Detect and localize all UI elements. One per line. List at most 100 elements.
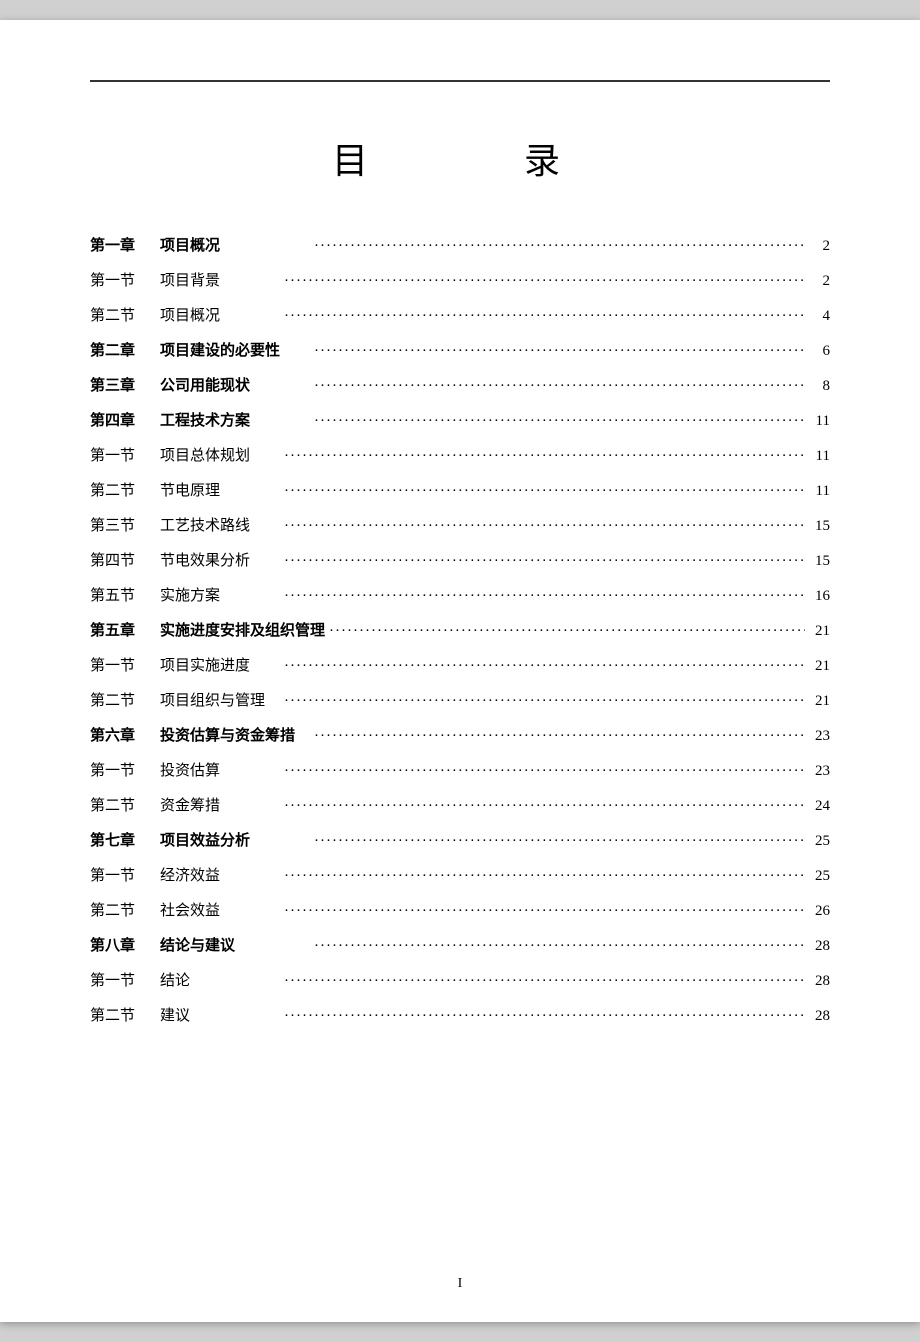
list-item: 第七章项目效益分析·······························…	[90, 829, 830, 850]
toc-page-number: 2	[805, 273, 830, 290]
toc-page-number: 15	[805, 553, 830, 570]
list-item: 第三节工艺技术路线·······························…	[90, 514, 830, 535]
toc-page-number: 23	[805, 728, 830, 745]
toc-dots: ········································…	[280, 903, 805, 920]
toc-page-number: 28	[805, 938, 830, 955]
chapter-number: 第三章	[90, 374, 160, 395]
toc-dots: ········································…	[280, 553, 805, 570]
section-number: 第二节	[90, 899, 160, 920]
list-item: 第一章项目概况·································…	[90, 234, 830, 255]
toc-page-number: 23	[805, 763, 830, 780]
section-number: 第一节	[90, 654, 160, 675]
section-title: 社会效益	[160, 899, 280, 920]
list-item: 第一节项目背景·································…	[90, 269, 830, 290]
section-number: 第二节	[90, 479, 160, 500]
list-item: 第一节结论···································…	[90, 969, 830, 990]
toc-dots: ········································…	[280, 868, 805, 885]
section-title: 建议	[160, 1004, 280, 1025]
chapter-title: 结论与建议	[160, 934, 310, 955]
chapter-number: 第七章	[90, 829, 160, 850]
section-title: 项目总体规划	[160, 444, 280, 465]
list-item: 第八章结论与建议································…	[90, 934, 830, 955]
section-number: 第一节	[90, 269, 160, 290]
section-title: 项目组织与管理	[160, 689, 280, 710]
list-item: 第六章投资估算与资金筹措····························…	[90, 724, 830, 745]
section-title: 工艺技术路线	[160, 514, 280, 535]
toc-page-number: 21	[805, 693, 830, 710]
toc-page-number: 2	[805, 238, 830, 255]
toc-dots: ········································…	[310, 238, 805, 255]
toc-dots: ········································…	[310, 343, 805, 360]
section-number: 第五节	[90, 584, 160, 605]
toc-page-number: 11	[805, 483, 830, 500]
section-number: 第二节	[90, 689, 160, 710]
toc-page-number: 21	[805, 658, 830, 675]
list-item: 第一节项目总体规划·······························…	[90, 444, 830, 465]
toc-dots: ········································…	[280, 693, 805, 710]
toc-page-number: 11	[805, 413, 830, 430]
toc-page-number: 21	[805, 623, 830, 640]
toc-dots: ········································…	[280, 1008, 805, 1025]
toc-dots: ········································…	[280, 518, 805, 535]
toc-page-number: 28	[805, 973, 830, 990]
page-title: 目 录	[90, 132, 830, 184]
list-item: 第二节资金筹措·································…	[90, 794, 830, 815]
toc-dots: ········································…	[325, 623, 805, 640]
toc-page-number: 24	[805, 798, 830, 815]
chapter-number: 第八章	[90, 934, 160, 955]
chapter-title: 工程技术方案	[160, 409, 310, 430]
chapter-number: 第二章	[90, 339, 160, 360]
toc-dots: ········································…	[280, 798, 805, 815]
section-title: 项目背景	[160, 269, 280, 290]
chapter-title: 项目效益分析	[160, 829, 310, 850]
list-item: 第二章项目建设的必要性·····························…	[90, 339, 830, 360]
list-item: 第五章实施进度安排及组织管理··························…	[90, 619, 830, 640]
toc-dots: ········································…	[280, 658, 805, 675]
toc-dots: ········································…	[280, 483, 805, 500]
toc-page-number: 25	[805, 833, 830, 850]
chapter-title: 项目概况	[160, 234, 310, 255]
section-number: 第二节	[90, 304, 160, 325]
list-item: 第三章公司用能现状·······························…	[90, 374, 830, 395]
toc-dots: ········································…	[310, 833, 805, 850]
toc-dots: ········································…	[310, 413, 805, 430]
section-number: 第一节	[90, 444, 160, 465]
toc-page-number: 16	[805, 588, 830, 605]
section-number: 第四节	[90, 549, 160, 570]
section-number: 第一节	[90, 969, 160, 990]
toc-dots: ········································…	[280, 308, 805, 325]
chapter-title: 项目建设的必要性	[160, 339, 310, 360]
section-title: 结论	[160, 969, 280, 990]
chapter-number: 第五章	[90, 619, 160, 640]
section-title: 资金筹措	[160, 794, 280, 815]
chapter-number: 第四章	[90, 409, 160, 430]
list-item: 第二节节电原理·································…	[90, 479, 830, 500]
section-title: 节电效果分析	[160, 549, 280, 570]
chapter-title: 公司用能现状	[160, 374, 310, 395]
list-item: 第一节投资估算·································…	[90, 759, 830, 780]
chapter-number: 第一章	[90, 234, 160, 255]
section-number: 第二节	[90, 794, 160, 815]
list-item: 第二节建议···································…	[90, 1004, 830, 1025]
toc-dots: ········································…	[280, 973, 805, 990]
toc-dots: ········································…	[280, 763, 805, 780]
list-item: 第四章工程技术方案·······························…	[90, 409, 830, 430]
list-item: 第二节社会效益·································…	[90, 899, 830, 920]
toc-page-number: 8	[805, 378, 830, 395]
list-item: 第一节经济效益·································…	[90, 864, 830, 885]
toc-page-number: 6	[805, 343, 830, 360]
section-title: 节电原理	[160, 479, 280, 500]
toc-page-number: 28	[805, 1008, 830, 1025]
table-of-contents: 第一章项目概况·································…	[90, 234, 830, 1025]
list-item: 第四节节电效果分析·······························…	[90, 549, 830, 570]
toc-page-number: 4	[805, 308, 830, 325]
section-title: 实施方案	[160, 584, 280, 605]
chapter-title: 实施进度安排及组织管理	[160, 619, 325, 640]
toc-dots: ········································…	[310, 378, 805, 395]
toc-dots: ········································…	[280, 448, 805, 465]
section-number: 第一节	[90, 759, 160, 780]
section-title: 项目实施进度	[160, 654, 280, 675]
section-title: 投资估算	[160, 759, 280, 780]
list-item: 第一节项目实施进度·······························…	[90, 654, 830, 675]
toc-page-number: 26	[805, 903, 830, 920]
